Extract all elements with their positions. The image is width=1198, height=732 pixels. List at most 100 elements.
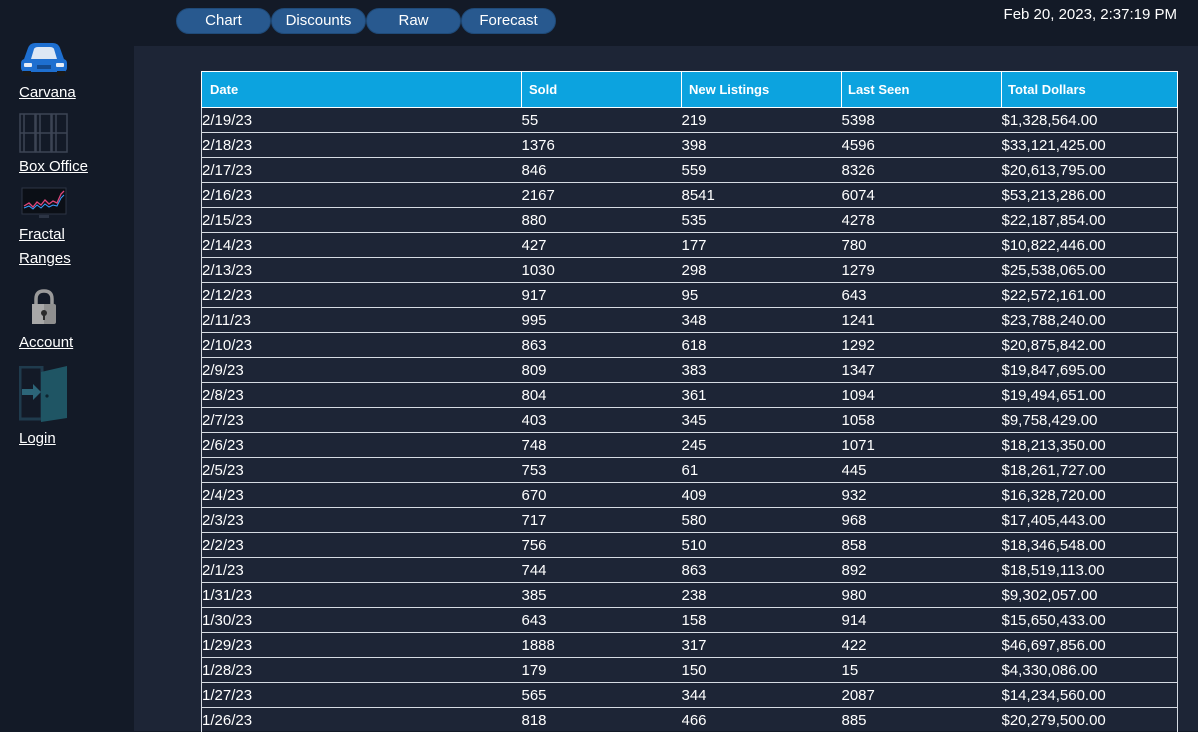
total-dollars-cell: $25,538,065.00 (1002, 258, 1178, 283)
total-dollars-cell: $46,697,856.00 (1002, 633, 1178, 658)
table-row: 1/27/235653442087$14,234,560.00 (202, 683, 1178, 708)
sidebar-item-label[interactable]: Login (19, 427, 69, 451)
total-dollars-cell: $19,847,695.00 (1002, 358, 1178, 383)
date-cell: 1/31/23 (202, 583, 522, 608)
sold-cell: 995 (522, 308, 682, 333)
column-header-sold[interactable]: Sold (522, 72, 682, 108)
main-panel: Date Sold New Listings Last Seen Total D… (134, 46, 1198, 731)
total-dollars-cell: $18,346,548.00 (1002, 533, 1178, 558)
column-header-total-dollars[interactable]: Total Dollars (1002, 72, 1178, 108)
last-seen-cell: 6074 (842, 183, 1002, 208)
new-listings-cell: 361 (682, 383, 842, 408)
date-cell: 1/28/23 (202, 658, 522, 683)
sidebar-item-carvana[interactable]: Carvana (19, 38, 76, 105)
table-body: 2/19/23552195398$1,328,564.002/18/231376… (202, 108, 1178, 732)
date-cell: 2/18/23 (202, 133, 522, 158)
sidebar-item-login[interactable]: Login (19, 366, 69, 451)
table-row: 1/28/2317915015$4,330,086.00 (202, 658, 1178, 683)
date-cell: 1/29/23 (202, 633, 522, 658)
last-seen-cell: 1279 (842, 258, 1002, 283)
date-cell: 2/10/23 (202, 333, 522, 358)
last-seen-cell: 980 (842, 583, 1002, 608)
new-listings-cell: 863 (682, 558, 842, 583)
sidebar-item-fractal-ranges[interactable]: Fractal Ranges (19, 186, 79, 271)
date-cell: 1/26/23 (202, 708, 522, 732)
column-header-date[interactable]: Date (202, 72, 522, 108)
new-listings-cell: 158 (682, 608, 842, 633)
sold-cell: 1376 (522, 133, 682, 158)
tab-chart[interactable]: Chart (176, 8, 271, 34)
date-cell: 2/11/23 (202, 308, 522, 333)
new-listings-cell: 219 (682, 108, 842, 133)
table-row: 1/31/23385238980$9,302,057.00 (202, 583, 1178, 608)
sold-cell: 1888 (522, 633, 682, 658)
date-cell: 2/8/23 (202, 383, 522, 408)
new-listings-cell: 8541 (682, 183, 842, 208)
total-dollars-cell: $9,302,057.00 (1002, 583, 1178, 608)
total-dollars-cell: $10,822,446.00 (1002, 233, 1178, 258)
sold-cell: 55 (522, 108, 682, 133)
date-cell: 2/17/23 (202, 158, 522, 183)
table-row: 2/10/238636181292$20,875,842.00 (202, 333, 1178, 358)
last-seen-cell: 643 (842, 283, 1002, 308)
date-cell: 2/13/23 (202, 258, 522, 283)
table-row: 2/6/237482451071$18,213,350.00 (202, 433, 1178, 458)
last-seen-cell: 422 (842, 633, 1002, 658)
tab-raw[interactable]: Raw (366, 8, 461, 34)
sidebar-item-box-office[interactable]: Box Office (19, 113, 88, 179)
sidebar-item-label[interactable]: Account (19, 331, 73, 355)
lock-icon (19, 289, 69, 327)
table-row: 2/3/23717580968$17,405,443.00 (202, 508, 1178, 533)
sold-cell: 880 (522, 208, 682, 233)
date-cell: 2/1/23 (202, 558, 522, 583)
film-strip-icon (19, 113, 69, 153)
monitor-chart-icon (19, 186, 69, 220)
sidebar-item-account[interactable]: Account (19, 289, 73, 355)
sold-cell: 818 (522, 708, 682, 732)
tab-discounts[interactable]: Discounts (271, 8, 366, 34)
sidebar-item-label[interactable]: Box Office (19, 155, 88, 179)
table-row: 2/11/239953481241$23,788,240.00 (202, 308, 1178, 333)
sold-cell: 670 (522, 483, 682, 508)
date-cell: 2/6/23 (202, 433, 522, 458)
total-dollars-cell: $53,213,286.00 (1002, 183, 1178, 208)
sold-cell: 643 (522, 608, 682, 633)
new-listings-cell: 559 (682, 158, 842, 183)
column-header-new-listings[interactable]: New Listings (682, 72, 842, 108)
table-row: 2/5/2375361445$18,261,727.00 (202, 458, 1178, 483)
new-listings-cell: 150 (682, 658, 842, 683)
tab-forecast[interactable]: Forecast (461, 8, 556, 34)
total-dollars-cell: $18,519,113.00 (1002, 558, 1178, 583)
last-seen-cell: 885 (842, 708, 1002, 732)
last-seen-cell: 1347 (842, 358, 1002, 383)
last-seen-cell: 892 (842, 558, 1002, 583)
date-cell: 2/9/23 (202, 358, 522, 383)
date-cell: 2/2/23 (202, 533, 522, 558)
last-seen-cell: 968 (842, 508, 1002, 533)
data-table-container: Date Sold New Listings Last Seen Total D… (201, 71, 1177, 732)
date-cell: 2/14/23 (202, 233, 522, 258)
last-seen-cell: 1071 (842, 433, 1002, 458)
last-seen-cell: 780 (842, 233, 1002, 258)
new-listings-cell: 398 (682, 133, 842, 158)
last-seen-cell: 1292 (842, 333, 1002, 358)
total-dollars-cell: $33,121,425.00 (1002, 133, 1178, 158)
total-dollars-cell: $14,234,560.00 (1002, 683, 1178, 708)
new-listings-cell: 317 (682, 633, 842, 658)
column-header-last-seen[interactable]: Last Seen (842, 72, 1002, 108)
sold-cell: 809 (522, 358, 682, 383)
sidebar-item-label[interactable]: Fractal Ranges (19, 223, 79, 271)
total-dollars-cell: $22,187,854.00 (1002, 208, 1178, 233)
sold-cell: 917 (522, 283, 682, 308)
last-seen-cell: 445 (842, 458, 1002, 483)
sold-cell: 2167 (522, 183, 682, 208)
sold-cell: 748 (522, 433, 682, 458)
sold-cell: 179 (522, 658, 682, 683)
total-dollars-cell: $19,494,651.00 (1002, 383, 1178, 408)
last-seen-cell: 932 (842, 483, 1002, 508)
table-row: 2/2/23756510858$18,346,548.00 (202, 533, 1178, 558)
sidebar-item-label[interactable]: Carvana (19, 81, 76, 105)
total-dollars-cell: $1,328,564.00 (1002, 108, 1178, 133)
total-dollars-cell: $22,572,161.00 (1002, 283, 1178, 308)
new-listings-cell: 618 (682, 333, 842, 358)
